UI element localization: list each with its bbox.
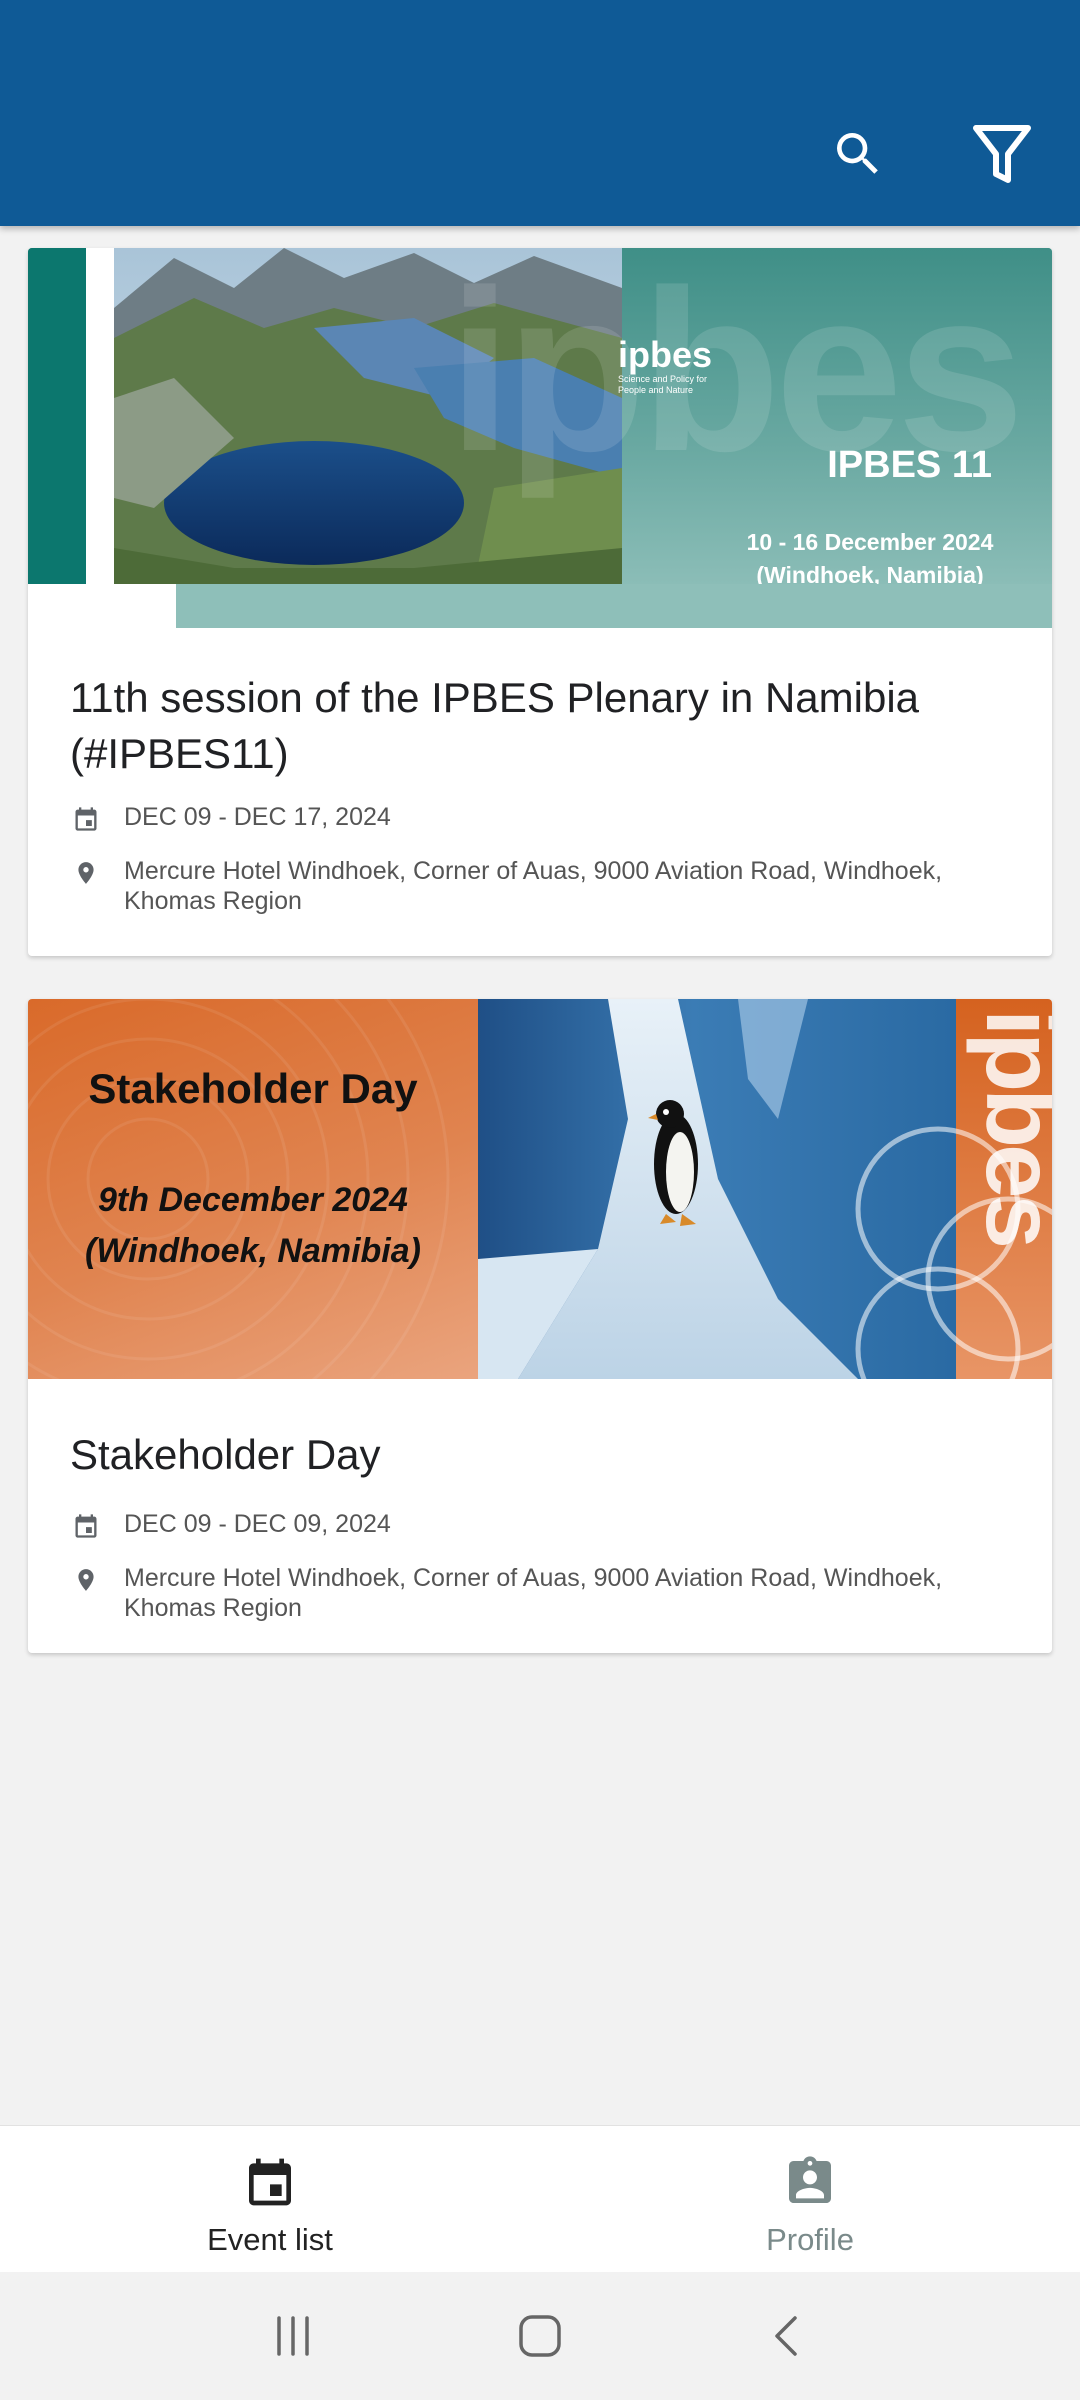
back-icon xyxy=(774,2316,797,2356)
home-icon xyxy=(519,2315,561,2357)
banner-title: Stakeholder Day xyxy=(88,1065,418,1112)
event-banner: ipbes ipbes Science and Policy for Peopl… xyxy=(28,248,1052,628)
event-banner: Stakeholder Day 9th December 2024 (Windh… xyxy=(28,999,1052,1379)
search-icon xyxy=(837,133,878,174)
home-button[interactable] xyxy=(500,2296,580,2376)
search-button[interactable] xyxy=(816,112,900,196)
banner-dates: 9th December 2024 (Windhoek, Namibia) xyxy=(85,1181,421,1270)
filter-icon xyxy=(973,125,1031,183)
profile-badge-icon xyxy=(789,2156,831,2203)
event-date: DEC 09 - DEC 17, 2024 xyxy=(70,802,1010,836)
event-title: 11th session of the IPBES Plenary in Nam… xyxy=(70,674,920,777)
app-bar xyxy=(0,0,1080,226)
ipbes-vertical-logo: ipbes xyxy=(966,1009,1052,1245)
banner-dates: 10 - 16 December 2024 (Windhoek, Namibia… xyxy=(746,529,994,588)
nav-label: Profile xyxy=(766,2222,854,2257)
nav-event-list[interactable]: Event list xyxy=(0,2126,540,2272)
calendar-icon xyxy=(70,1509,102,1543)
nav-profile[interactable]: Profile xyxy=(540,2126,1080,2272)
system-navigation-bar xyxy=(0,2272,1080,2400)
recents-icon xyxy=(277,2316,310,2356)
bottom-navigation: Event list Profile xyxy=(0,2125,1080,2272)
banner-title: IPBES 11 xyxy=(827,444,992,486)
recents-button[interactable] xyxy=(253,2296,333,2376)
event-location: Mercure Hotel Windhoek, Corner of Auas, … xyxy=(70,856,1010,916)
ipbes-logo: ipbes Science and Policy for People and … xyxy=(618,334,713,395)
back-button[interactable] xyxy=(747,2296,827,2376)
filter-button[interactable] xyxy=(960,112,1044,196)
calendar-icon xyxy=(249,2158,291,2206)
event-title: Stakeholder Day xyxy=(70,1431,381,1478)
nav-label: Event list xyxy=(207,2222,333,2257)
event-date: DEC 09 - DEC 09, 2024 xyxy=(70,1509,1010,1543)
event-card[interactable]: Stakeholder Day 9th December 2024 (Windh… xyxy=(28,999,1052,1653)
location-pin-icon xyxy=(70,856,102,890)
event-card[interactable]: ipbes ipbes Science and Policy for Peopl… xyxy=(28,248,1052,956)
event-location: Mercure Hotel Windhoek, Corner of Auas, … xyxy=(70,1563,1010,1623)
location-pin-icon xyxy=(70,1563,102,1597)
calendar-icon xyxy=(70,802,102,836)
